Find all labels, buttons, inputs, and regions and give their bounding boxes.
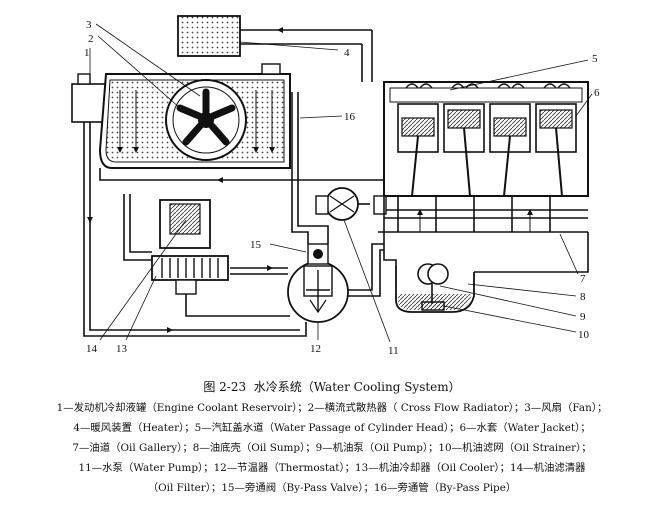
- legend-line: 11—水泵（Water Pump）；12—节温器（Thermostat）；13—…: [78, 462, 586, 474]
- figure-title-text: 水冷系统（Water Cooling System）: [253, 380, 461, 394]
- callout-12: 12: [310, 343, 321, 355]
- oil-cooler: [151, 255, 229, 295]
- callout-9: 9: [580, 311, 586, 323]
- by-pass-valve: [307, 243, 329, 265]
- legend-line: 7—油道（Oil Gallery）；8—油底壳（Oil Sump）；9—机油泵（…: [72, 442, 592, 454]
- callout-7: 7: [580, 273, 586, 285]
- callout-1: 1: [84, 47, 90, 59]
- callout-11: 11: [388, 345, 399, 357]
- callout-6: 6: [594, 87, 600, 99]
- callout-15: 15: [250, 239, 262, 251]
- oil-gallery: [378, 196, 588, 233]
- callout-14: 14: [86, 343, 98, 355]
- figure-number: 图 2-23: [203, 380, 247, 394]
- callout-8: 8: [580, 291, 586, 303]
- callout-4: 4: [344, 47, 350, 59]
- callout-5: 5: [592, 53, 598, 65]
- oil-strainer: [421, 301, 445, 311]
- cooling-system-diagram: 1 2 3 4 5 6 7 8 9 10 11 12 13 14 15 16: [71, 15, 600, 357]
- callout-13: 13: [116, 343, 128, 355]
- fan: [165, 79, 247, 161]
- legend-line: （Oil Filter）；15—旁通阀（By-Pass Valve）；16—旁通…: [147, 482, 517, 494]
- water-pump: [315, 187, 387, 221]
- figure-title: 图 2-23 水冷系统（Water Cooling System）: [0, 378, 664, 395]
- thermostat: [287, 261, 349, 323]
- callout-3: 3: [86, 19, 92, 31]
- figure-caption: 图 2-23 水冷系统（Water Cooling System） 1—发动机冷…: [0, 374, 664, 498]
- by-pass-pipe: [291, 92, 329, 244]
- legend-line: 4—暖风装置（Heater）；5—汽缸盖水道（Water Passage of …: [73, 422, 591, 434]
- callout-16: 16: [344, 111, 356, 123]
- legend-line: 1—发动机冷却液罐（Engine Coolant Reservoir）；2—横流…: [56, 402, 608, 414]
- engine-block: [383, 81, 589, 197]
- callout-10: 10: [578, 329, 590, 341]
- oil-filter: [159, 199, 211, 249]
- callout-2: 2: [88, 33, 94, 45]
